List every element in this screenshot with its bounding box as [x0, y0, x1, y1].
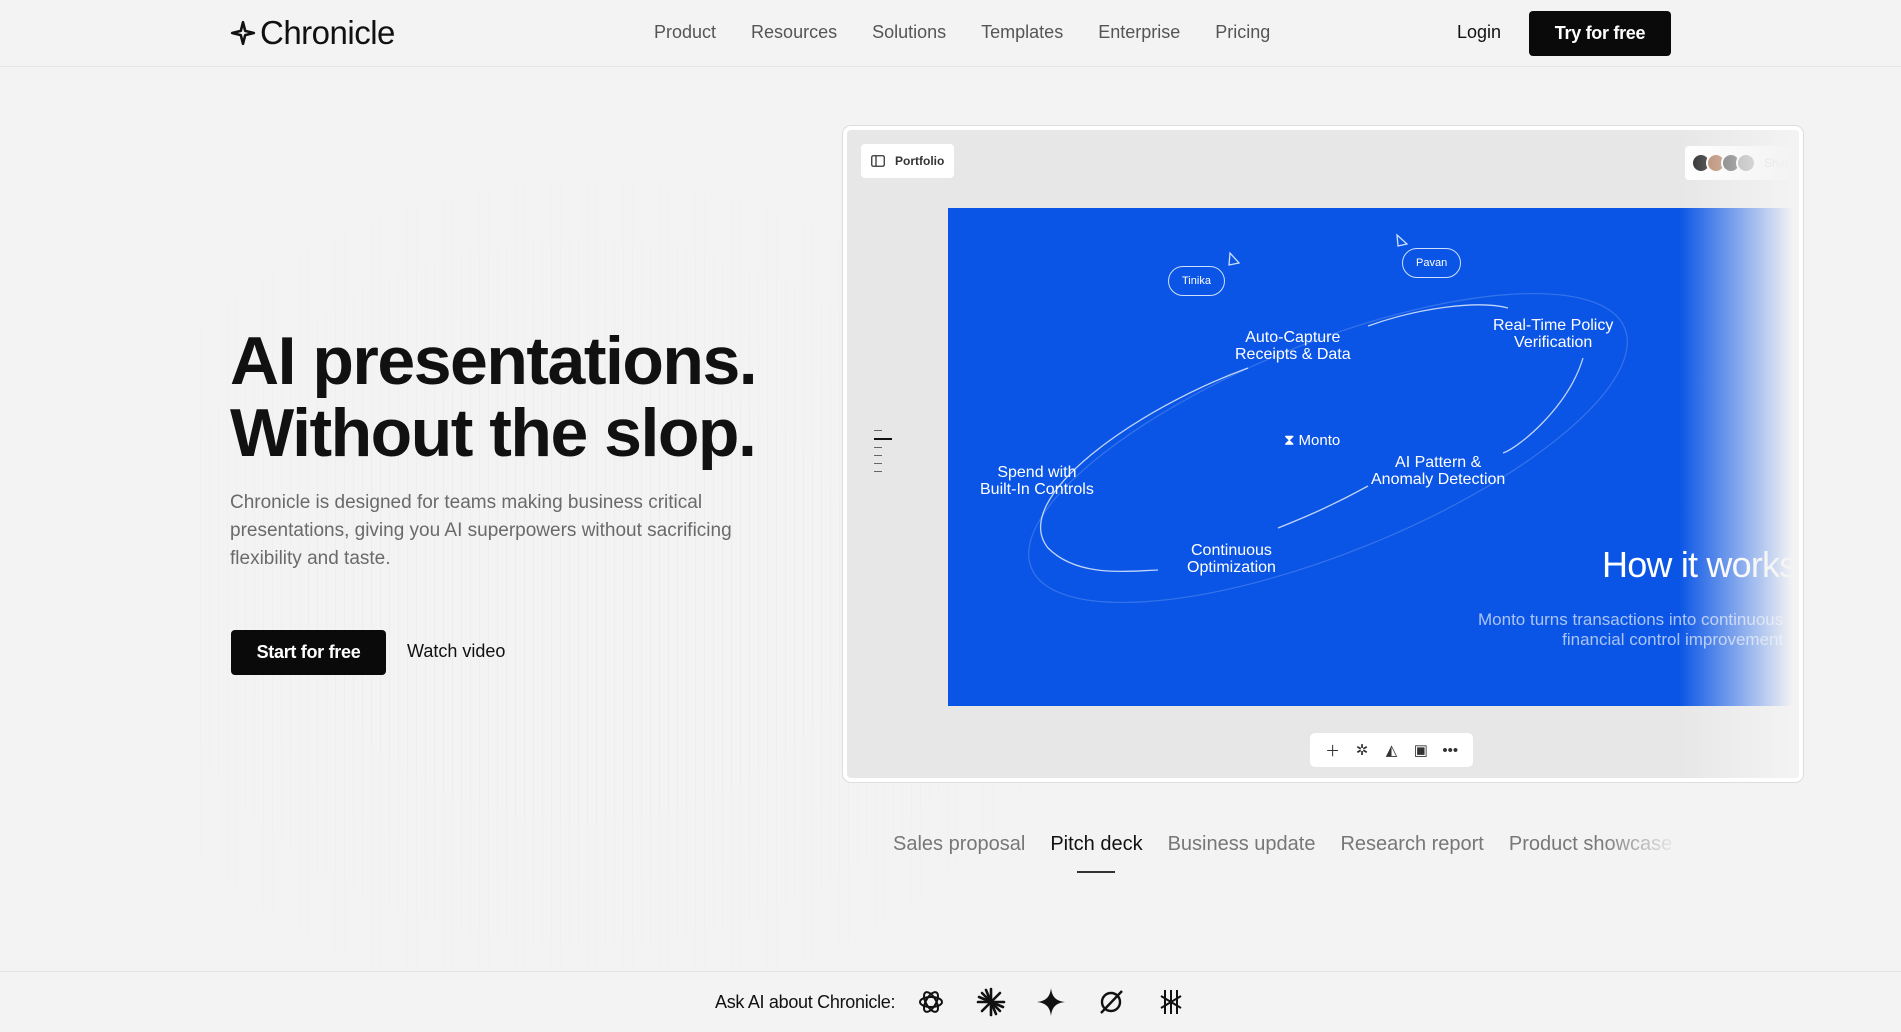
slide-brand: ⧗ Monto [1284, 432, 1340, 449]
node-label: Receipts & Data [1235, 346, 1351, 363]
hero-title-line-1: AI presentations. [230, 323, 758, 399]
node-continuous-optimization: Continuous Optimization [1187, 542, 1276, 576]
slide-tick [874, 463, 882, 464]
slide-tick-active [874, 438, 892, 440]
node-policy-verification: Real-Time Policy Verification [1493, 317, 1613, 351]
app-preview: Portfolio Share Tinika Pavan Auto-Captur [843, 126, 1803, 782]
hero-subtitle: Chronicle is designed for teams making b… [230, 492, 732, 569]
sparkle-icon[interactable]: ✲ [1353, 741, 1371, 759]
node-label: Continuous [1190, 542, 1272, 559]
tab-research-report[interactable]: Research report [1340, 833, 1483, 856]
tab-sales-proposal[interactable]: Sales proposal [893, 833, 1025, 856]
nav-link-templates[interactable]: Templates [981, 22, 1063, 43]
nav-link-pricing[interactable]: Pricing [1215, 22, 1270, 43]
slide-toolbar: ＋ ✲ ◭ ▣ ••• [1310, 733, 1473, 767]
node-label: Verification [1514, 334, 1593, 351]
tab-business-update[interactable]: Business update [1168, 833, 1316, 856]
collaborator-cursor-pavan: Pavan [1402, 248, 1462, 278]
nav-link-solutions[interactable]: Solutions [872, 22, 946, 43]
tab-pitch-deck[interactable]: Pitch deck [1050, 833, 1143, 873]
slide-tick [874, 447, 882, 448]
slide-tick [874, 471, 882, 472]
hero-title-line-2: Without the slop. [230, 395, 757, 471]
tabs-fade [1600, 826, 1680, 866]
node-spend-controls: Spend with Built-In Controls [980, 464, 1094, 498]
node-auto-capture: Auto-Capture Receipts & Data [1235, 329, 1351, 363]
start-for-free-button[interactable]: Start for free [231, 630, 386, 675]
ask-ai-bar: Ask AI about Chronicle: [0, 971, 1901, 1032]
slide-brand-name: Monto [1298, 432, 1341, 449]
gemini-icon[interactable] [1035, 986, 1067, 1018]
node-label: Auto-Capture [1245, 329, 1341, 346]
avatar [1736, 153, 1756, 173]
node-label: AI Pattern & [1395, 454, 1482, 471]
workspace-name: Portfolio [895, 154, 945, 168]
node-label: Real-Time Policy [1493, 317, 1614, 334]
collaborator-avatars[interactable]: Share [1685, 146, 1799, 180]
brand-name: Chronicle [260, 14, 395, 51]
slide-tick [874, 455, 882, 456]
chatgpt-icon[interactable] [915, 986, 947, 1018]
sidebar-toggle-icon[interactable] [871, 155, 885, 167]
node-anomaly-detection: AI Pattern & Anomaly Detection [1371, 454, 1505, 488]
node-label: Spend with [997, 464, 1077, 481]
slide-canvas[interactable]: Tinika Pavan Auto-Capture Receipts & Dat… [948, 208, 1799, 706]
node-label: Optimization [1187, 559, 1276, 576]
slide-subheading-line: financial control improvement [1562, 630, 1784, 649]
ask-ai-label: Ask AI about Chronicle: [715, 992, 896, 1012]
plus-icon[interactable]: ＋ [1324, 740, 1342, 761]
top-nav: Chronicle Product Resources Solutions Te… [0, 0, 1901, 67]
monto-logo-icon: ⧗ [1284, 432, 1295, 449]
nav-link-product[interactable]: Product [654, 22, 716, 43]
nav-links: Product Resources Solutions Templates En… [654, 22, 1270, 43]
brand-logo[interactable]: Chronicle [230, 14, 395, 52]
slide-scroll-indicator[interactable] [874, 430, 892, 472]
slide-subheading: Monto turns transactions into continuous… [1478, 610, 1783, 650]
watch-video-link[interactable]: Watch video [407, 641, 505, 662]
workspace-selector[interactable]: Portfolio [861, 144, 955, 178]
nav-link-resources[interactable]: Resources [751, 22, 837, 43]
node-label: Anomaly Detection [1371, 471, 1506, 488]
nav-link-enterprise[interactable]: Enterprise [1098, 22, 1180, 43]
claude-icon[interactable] [975, 986, 1007, 1018]
slide-tick [874, 430, 882, 431]
chart-icon[interactable]: ◭ [1382, 741, 1400, 759]
logo-icon [230, 20, 256, 46]
hero-title: AI presentations. Without the slop. [230, 323, 758, 471]
slide-heading: How it works [1602, 544, 1797, 585]
login-link[interactable]: Login [1457, 22, 1501, 43]
try-for-free-button[interactable]: Try for free [1529, 11, 1671, 56]
more-icon[interactable]: ••• [1441, 742, 1459, 759]
share-button[interactable]: Share [1764, 156, 1796, 170]
grok-icon[interactable] [1155, 986, 1187, 1018]
template-tabs: Sales proposal Pitch deck Business updat… [893, 833, 1672, 873]
slide-subheading-line: Monto turns transactions into continuous [1478, 610, 1784, 629]
collaborator-cursor-tinika: Tinika [1168, 266, 1225, 296]
perplexity-icon[interactable] [1095, 986, 1127, 1018]
node-label: Built-In Controls [980, 481, 1094, 498]
frame-icon[interactable]: ▣ [1412, 741, 1430, 759]
